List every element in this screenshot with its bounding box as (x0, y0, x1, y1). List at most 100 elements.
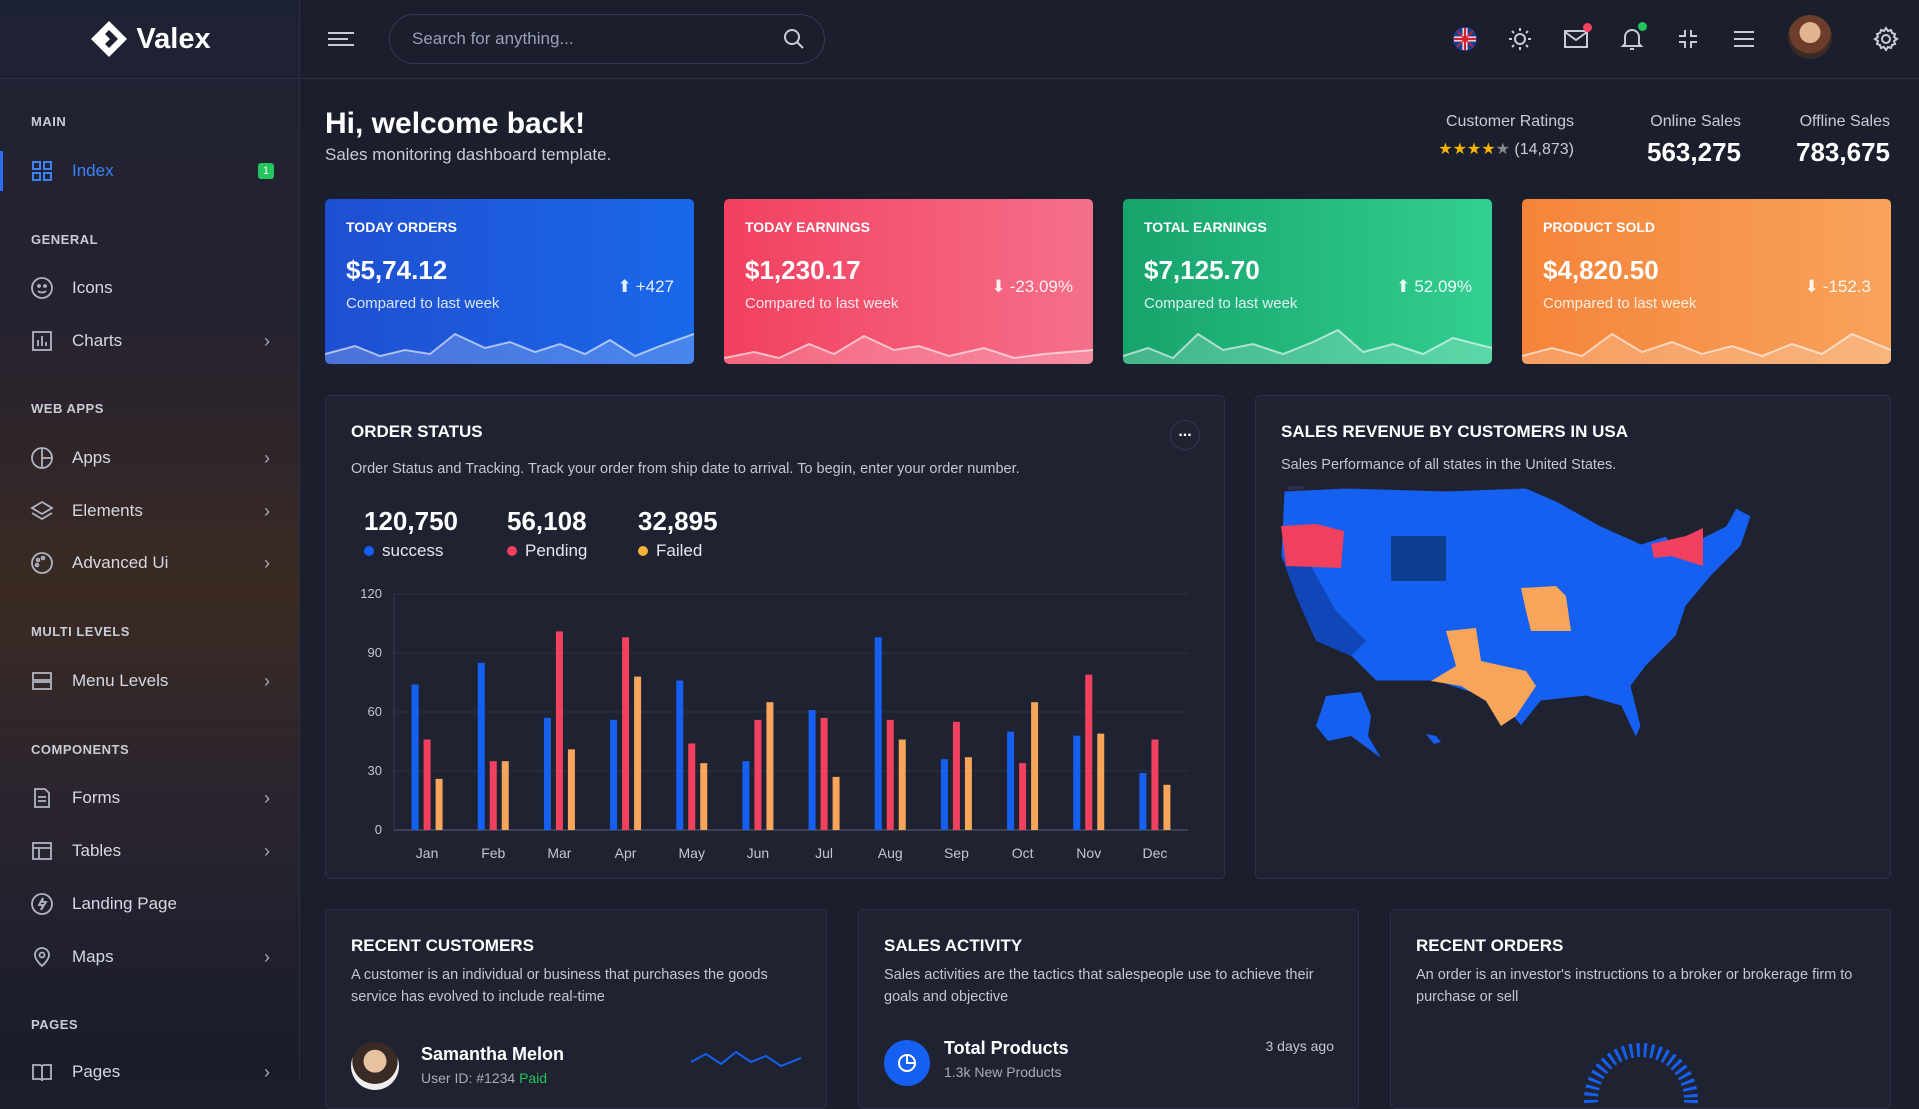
sidebar-item-menu-levels[interactable]: Menu Levels › (0, 661, 300, 701)
sidebar-item-label: Advanced Ui (72, 553, 169, 572)
bell-icon[interactable] (1617, 22, 1647, 54)
bar-failed-feb (501, 761, 509, 830)
document-icon (30, 786, 54, 810)
uk-flag-icon[interactable] (1450, 24, 1480, 54)
pie-icon (30, 446, 54, 470)
activity-time: 3 days ago (1265, 1038, 1335, 1054)
bar-pending-sep (952, 721, 960, 830)
user-avatar[interactable] (1788, 15, 1832, 59)
bar-failed-oct (1031, 702, 1039, 830)
mail-icon[interactable] (1561, 23, 1592, 54)
sidebar-item-index[interactable]: Index 1 (0, 151, 300, 191)
bar-pending-jul (820, 717, 828, 830)
bar-pending-nov (1085, 674, 1093, 830)
sidebar-item-advanced-ui[interactable]: Advanced Ui › (0, 543, 300, 583)
recent-orders-description: An order is an investor's instructions t… (1416, 967, 1853, 1005)
sidebar-item-pages[interactable]: Pages › (0, 1052, 300, 1092)
pie-chart-icon (884, 1040, 930, 1086)
offline-sales: Offline Sales 783,675 (1796, 113, 1890, 168)
chevron-right-icon: › (264, 552, 270, 573)
card-value: $5,74.12 (346, 255, 448, 285)
page-title: Hi, welcome back! (325, 107, 586, 140)
customer-ratings: Customer Ratings ★★★★★ (14,873) (1438, 113, 1574, 159)
list-menu-icon[interactable] (1729, 24, 1759, 54)
x-tick-label: Sep (944, 845, 969, 861)
bar-failed-aug (898, 739, 906, 830)
menu-toggle-icon[interactable] (328, 28, 354, 50)
sales-revenue-map-panel: SALES REVENUE BY CUSTOMERS IN USA Sales … (1255, 395, 1891, 879)
x-tick-label: Mar (547, 845, 571, 861)
x-tick-label: Oct (1012, 845, 1034, 861)
sales-activity-description: Sales activities are the tactics that sa… (884, 967, 1314, 1005)
search-icon[interactable] (782, 27, 806, 56)
bolt-icon (30, 892, 54, 916)
search-placeholder: Search for anything... (412, 29, 574, 48)
activity-title: Total Products (944, 1038, 1069, 1058)
sidebar-item-landing-page[interactable]: Landing Page (0, 884, 300, 924)
bar-failed-sep (964, 757, 972, 830)
activity-sub: 1.3k New Products (944, 1064, 1062, 1080)
table-icon (30, 839, 54, 863)
sidebar-item-icons[interactable]: Icons (0, 268, 300, 308)
state-wyoming (1391, 536, 1446, 581)
fullscreen-exit-icon[interactable] (1673, 24, 1703, 54)
sidebar-item-tables[interactable]: Tables › (0, 831, 300, 871)
radial-progress-icon (1584, 1043, 1698, 1105)
sun-icon[interactable] (1505, 24, 1535, 54)
card-value: $7,125.70 (1144, 255, 1260, 285)
sidebar-item-label: Landing Page (72, 894, 177, 913)
sales-activity-title: SALES ACTIVITY (884, 936, 1023, 955)
card-title: TODAY ORDERS (346, 219, 457, 235)
bar-failed-mar (567, 749, 575, 830)
brand-name: Valex (136, 22, 211, 55)
bar-success-sep (940, 759, 948, 830)
search-input[interactable]: Search for anything... (389, 14, 825, 64)
card-title: TODAY EARNINGS (745, 219, 870, 235)
brand-logo[interactable]: Valex (0, 0, 299, 79)
layers-icon (30, 499, 54, 523)
x-tick-label: May (679, 845, 705, 861)
bar-failed-may (700, 763, 708, 830)
page-subtitle: Sales monitoring dashboard template. (325, 145, 612, 164)
bar-failed-jun (766, 702, 774, 830)
sidebar-item-label: Elements (72, 501, 143, 520)
sidebar-item-forms[interactable]: Forms › (0, 778, 300, 818)
state-alaska (1316, 692, 1381, 758)
gear-icon[interactable] (1871, 24, 1901, 54)
card-change: ⬆ +427 (617, 277, 674, 296)
bar-success-oct (1007, 731, 1015, 830)
state-oregon (1281, 524, 1344, 568)
sidebar-item-apps[interactable]: Apps › (0, 438, 300, 478)
topbar: Search for anything... (300, 0, 1919, 79)
section-general: GENERAL (31, 232, 99, 247)
bar-success-may (676, 680, 684, 830)
card-change: ⬇ -152.3 (1804, 277, 1871, 296)
state-hawaii (1426, 734, 1441, 744)
server-icon (30, 669, 54, 693)
card-change: ⬆ 52.09% (1396, 277, 1472, 296)
bar-failed-jan (435, 778, 443, 830)
online-sales: Online Sales 563,275 (1647, 113, 1741, 168)
chevron-right-icon: › (264, 946, 270, 967)
x-tick-label: Jul (815, 845, 833, 861)
bar-pending-jan (423, 739, 431, 830)
section-components: COMPONENTS (31, 742, 130, 757)
bar-pending-jun (754, 719, 762, 830)
bar-pending-aug (886, 719, 894, 830)
offline-sales-label: Offline Sales (1799, 113, 1890, 130)
x-tick-label: Aug (878, 845, 903, 861)
sidebar-item-maps[interactable]: Maps › (0, 937, 300, 977)
sidebar-item-label: Charts (72, 331, 123, 350)
order-status-panel: ORDER STATUS Order Status and Tracking. … (325, 395, 1225, 879)
section-web-apps: WEB APPS (31, 401, 104, 416)
bar-success-feb (477, 662, 485, 830)
section-main: MAIN (31, 114, 67, 129)
recent-orders-title: RECENT ORDERS (1416, 936, 1564, 955)
sparkline-icon (1123, 328, 1492, 364)
chevron-right-icon: › (264, 330, 270, 351)
chevron-right-icon: › (264, 1061, 270, 1082)
sidebar-item-elements[interactable]: Elements › (0, 491, 300, 531)
bar-pending-may (688, 743, 696, 830)
recent-customers-description: A customer is an individual or business … (351, 967, 768, 1005)
sidebar-item-charts[interactable]: Charts › (0, 321, 300, 361)
